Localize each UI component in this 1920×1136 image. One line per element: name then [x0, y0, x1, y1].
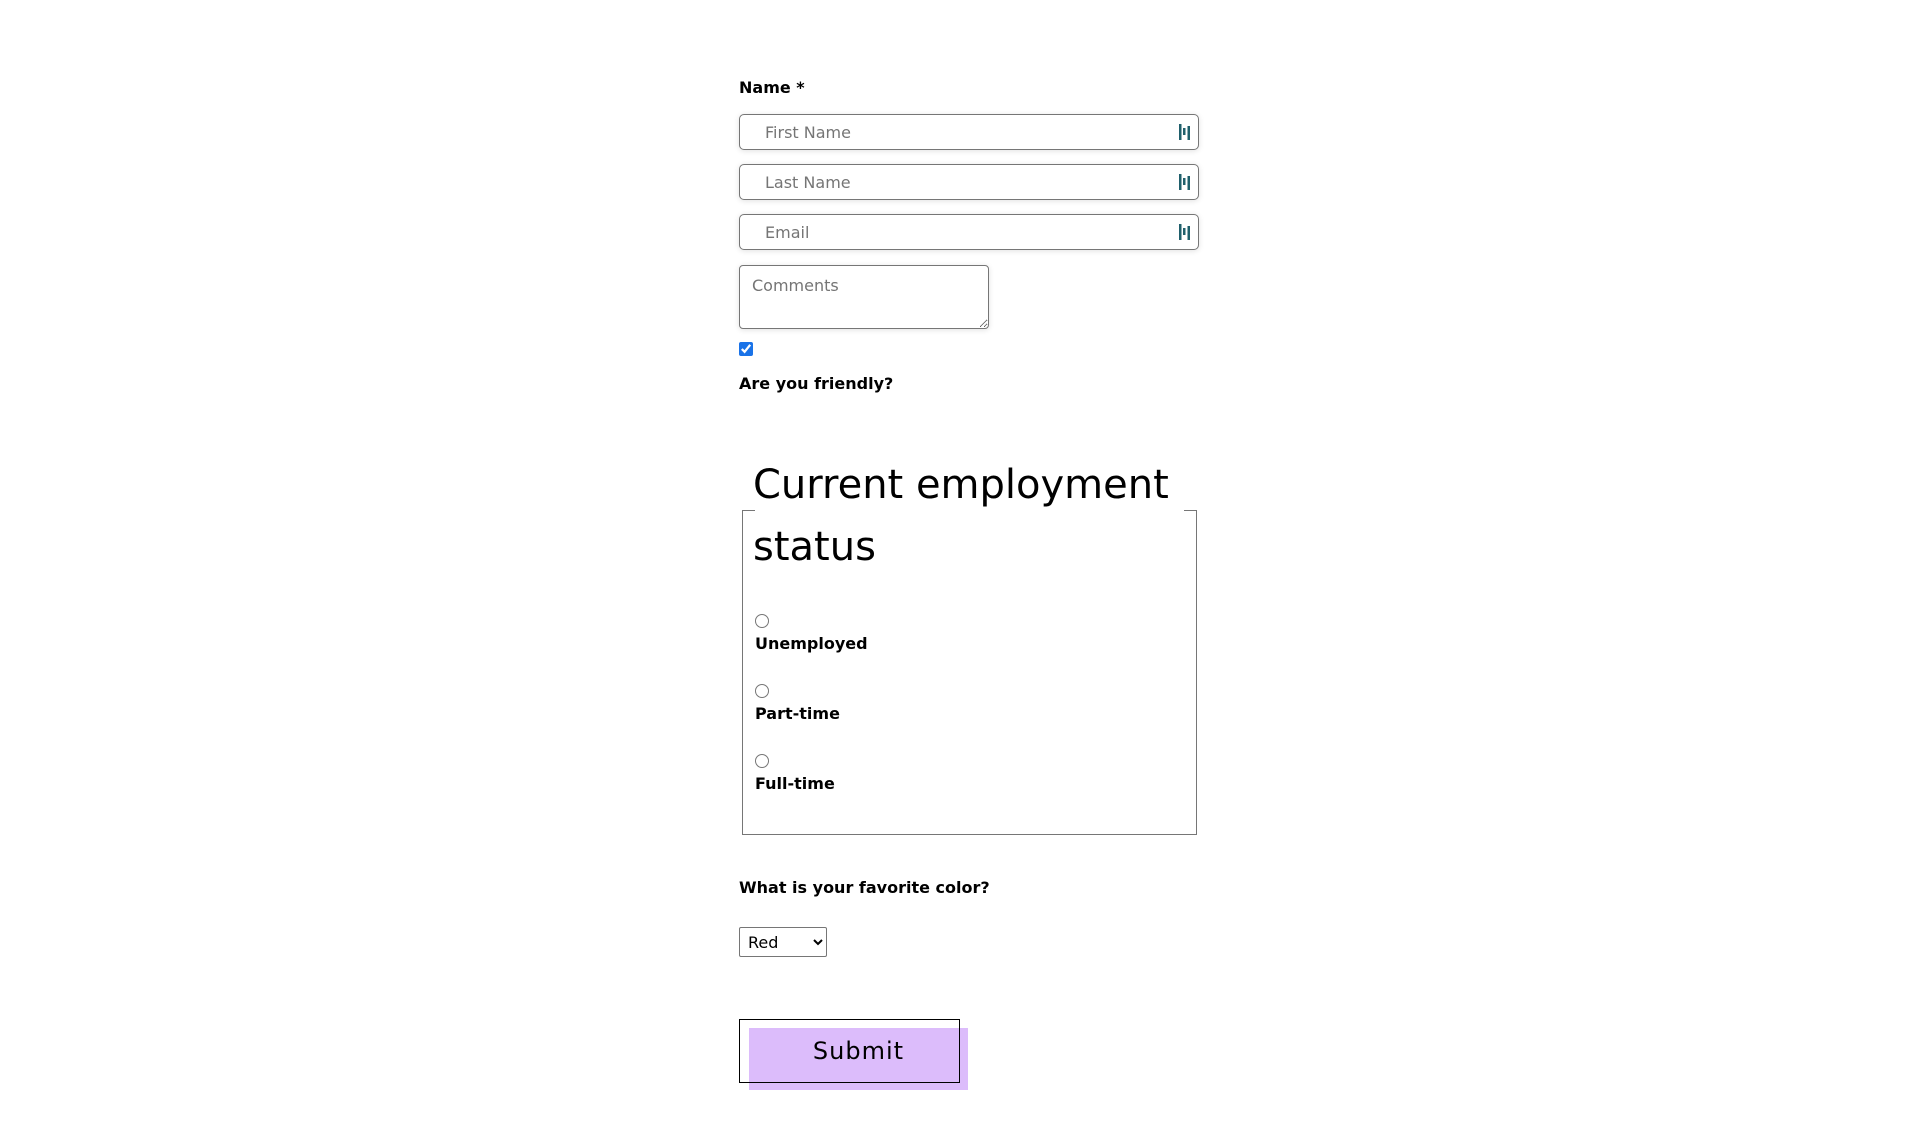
radio-option-unemployed[interactable]: Unemployed [755, 614, 868, 653]
comments-textarea[interactable] [739, 265, 989, 329]
first-name-field[interactable] [739, 114, 1199, 150]
friendly-checkbox[interactable] [739, 342, 753, 356]
name-label: Name * [739, 78, 805, 97]
employment-legend: Current employment status [753, 462, 1169, 570]
friendly-label: Are you friendly? [739, 374, 894, 393]
submit-button[interactable]: Submit [739, 1019, 960, 1083]
part-time-label[interactable]: Part-time [755, 704, 840, 723]
password-manager-icon[interactable] [1178, 173, 1192, 191]
favorite-color-label: What is your favorite color? [739, 878, 990, 897]
unemployed-label[interactable]: Unemployed [755, 634, 868, 653]
last-name-field[interactable] [739, 164, 1199, 200]
radio-option-full-time[interactable]: Full-time [755, 754, 835, 793]
submit-label: Submit [812, 1037, 905, 1065]
radio-option-part-time[interactable]: Part-time [755, 684, 840, 723]
full-time-label[interactable]: Full-time [755, 774, 835, 793]
last-name-input[interactable] [740, 165, 1140, 199]
fieldset-border-right [1184, 510, 1196, 511]
password-manager-icon[interactable] [1178, 223, 1192, 241]
password-manager-icon[interactable] [1178, 123, 1192, 141]
unemployed-radio[interactable] [755, 614, 769, 628]
email-input[interactable] [740, 215, 1140, 249]
first-name-input[interactable] [740, 115, 1140, 149]
email-field[interactable] [739, 214, 1199, 250]
full-time-radio[interactable] [755, 754, 769, 768]
part-time-radio[interactable] [755, 684, 769, 698]
favorite-color-select[interactable]: Red [739, 927, 827, 957]
